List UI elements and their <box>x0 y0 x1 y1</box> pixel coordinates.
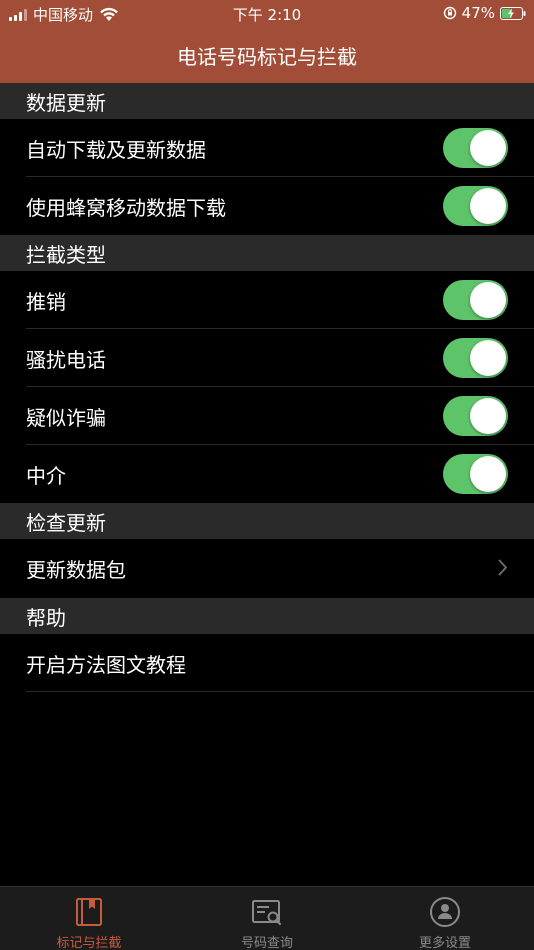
agency-toggle[interactable] <box>443 454 508 494</box>
bookmark-icon <box>76 898 102 926</box>
tab-label: 更多设置 <box>418 936 471 950</box>
row-label: 中介 <box>26 463 66 488</box>
tab-number-lookup[interactable]: 号码查询 <box>178 887 356 950</box>
cellular-download-toggle[interactable] <box>443 186 508 226</box>
status-right: 47% <box>443 4 526 22</box>
row-auto-download: 自动下载及更新数据 <box>0 119 534 177</box>
row-telemarketing: 推销 <box>0 271 534 329</box>
tab-label: 标记与拦截 <box>56 936 122 950</box>
search-card-icon <box>252 900 282 926</box>
toggle-knob <box>470 456 506 492</box>
page-title: 电话号码标记与拦截 <box>177 44 357 69</box>
row-update-package[interactable]: 更新数据包 <box>0 539 534 597</box>
battery-percent: 47% <box>461 4 495 22</box>
row-label: 疑似诈骗 <box>26 405 106 430</box>
rotation-lock-icon <box>443 6 456 20</box>
row-tutorial[interactable]: 开启方法图文教程 <box>0 634 534 692</box>
row-label: 更新数据包 <box>26 557 126 582</box>
chevron-right-icon <box>498 559 507 576</box>
tab-label: 号码查询 <box>240 936 293 950</box>
divider <box>26 691 534 692</box>
tab-bar: 标记与拦截 号码查询 更多设置 <box>0 886 534 950</box>
status-bar: 中国移动 下午 2:10 47% <box>0 0 534 27</box>
row-fraud: 疑似诈骗 <box>0 387 534 445</box>
toggle-knob <box>470 188 506 224</box>
toggle-knob <box>470 398 506 434</box>
toggle-knob <box>470 282 506 318</box>
auto-download-toggle[interactable] <box>443 128 508 168</box>
tab-more-settings[interactable]: 更多设置 <box>356 887 534 950</box>
section-header-help: 帮助 <box>0 598 534 634</box>
telemarketing-toggle[interactable] <box>443 280 508 320</box>
section-header-block-types: 拦截类型 <box>0 235 534 271</box>
fraud-toggle[interactable] <box>443 396 508 436</box>
section-header-check-update: 检查更新 <box>0 503 534 539</box>
toggle-knob <box>470 340 506 376</box>
row-agency: 中介 <box>0 445 534 503</box>
row-cellular-download: 使用蜂窝移动数据下载 <box>0 177 534 235</box>
row-label: 推销 <box>26 289 66 314</box>
battery-charging-icon <box>500 6 526 20</box>
row-label: 使用蜂窝移动数据下载 <box>26 195 226 220</box>
harassment-toggle[interactable] <box>443 338 508 378</box>
section-header-data-update: 数据更新 <box>0 83 534 119</box>
person-icon <box>430 897 460 927</box>
row-label: 开启方法图文教程 <box>26 652 186 677</box>
row-label: 骚扰电话 <box>26 347 106 372</box>
row-label: 自动下载及更新数据 <box>26 137 206 162</box>
nav-bar: 电话号码标记与拦截 <box>0 27 534 83</box>
toggle-knob <box>470 130 506 166</box>
tab-mark-block[interactable]: 标记与拦截 <box>0 887 178 950</box>
row-harassment: 骚扰电话 <box>0 329 534 387</box>
